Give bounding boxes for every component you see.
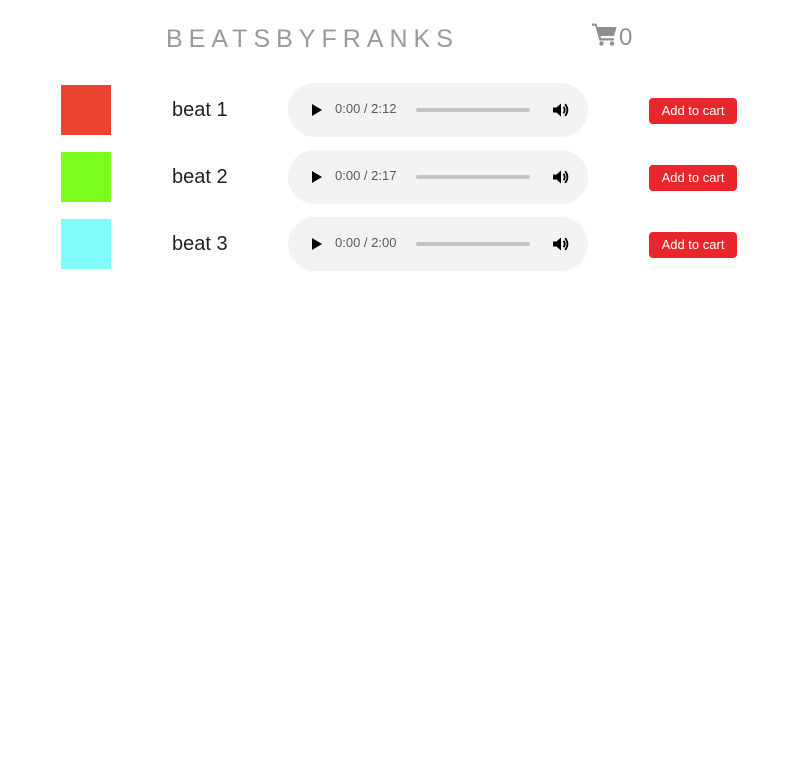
seek-slider[interactable] xyxy=(416,108,530,112)
site-brand[interactable]: BEATSBYFRANKS xyxy=(166,24,459,54)
shopping-cart-icon xyxy=(592,22,618,46)
cart-count: 0 xyxy=(619,24,633,51)
add-to-cart-button[interactable]: Add to cart xyxy=(649,165,737,191)
beat-cover-swatch xyxy=(61,85,111,135)
play-icon[interactable] xyxy=(308,236,324,252)
page: BEATSBYFRANKS 0 beat 1 0:00 / 2:12 Add t… xyxy=(0,0,798,779)
beat-row: beat 2 0:00 / 2:17 Add to cart xyxy=(0,150,798,204)
volume-icon[interactable] xyxy=(552,168,570,186)
play-icon[interactable] xyxy=(308,102,324,118)
audio-player: 0:00 / 2:00 xyxy=(288,217,588,271)
beat-row: beat 1 0:00 / 2:12 Add to cart xyxy=(0,83,798,137)
beat-title: beat 1 xyxy=(172,99,228,121)
add-to-cart-button[interactable]: Add to cart xyxy=(649,232,737,258)
play-icon[interactable] xyxy=(308,169,324,185)
seek-slider[interactable] xyxy=(416,242,530,246)
seek-slider[interactable] xyxy=(416,175,530,179)
audio-player: 0:00 / 2:12 xyxy=(288,83,588,137)
beat-row: beat 3 0:00 / 2:00 Add to cart xyxy=(0,217,798,271)
audio-player: 0:00 / 2:17 xyxy=(288,150,588,204)
beat-title: beat 2 xyxy=(172,166,228,188)
beat-title: beat 3 xyxy=(172,233,228,255)
volume-icon[interactable] xyxy=(552,235,570,253)
time-display: 0:00 / 2:12 xyxy=(335,101,397,116)
time-display: 0:00 / 2:00 xyxy=(335,235,397,250)
time-display: 0:00 / 2:17 xyxy=(335,168,397,183)
volume-icon[interactable] xyxy=(552,101,570,119)
add-to-cart-button[interactable]: Add to cart xyxy=(649,98,737,124)
beat-cover-swatch xyxy=(61,219,111,269)
cart-button[interactable]: 0 xyxy=(592,22,632,51)
beat-cover-swatch xyxy=(61,152,111,202)
